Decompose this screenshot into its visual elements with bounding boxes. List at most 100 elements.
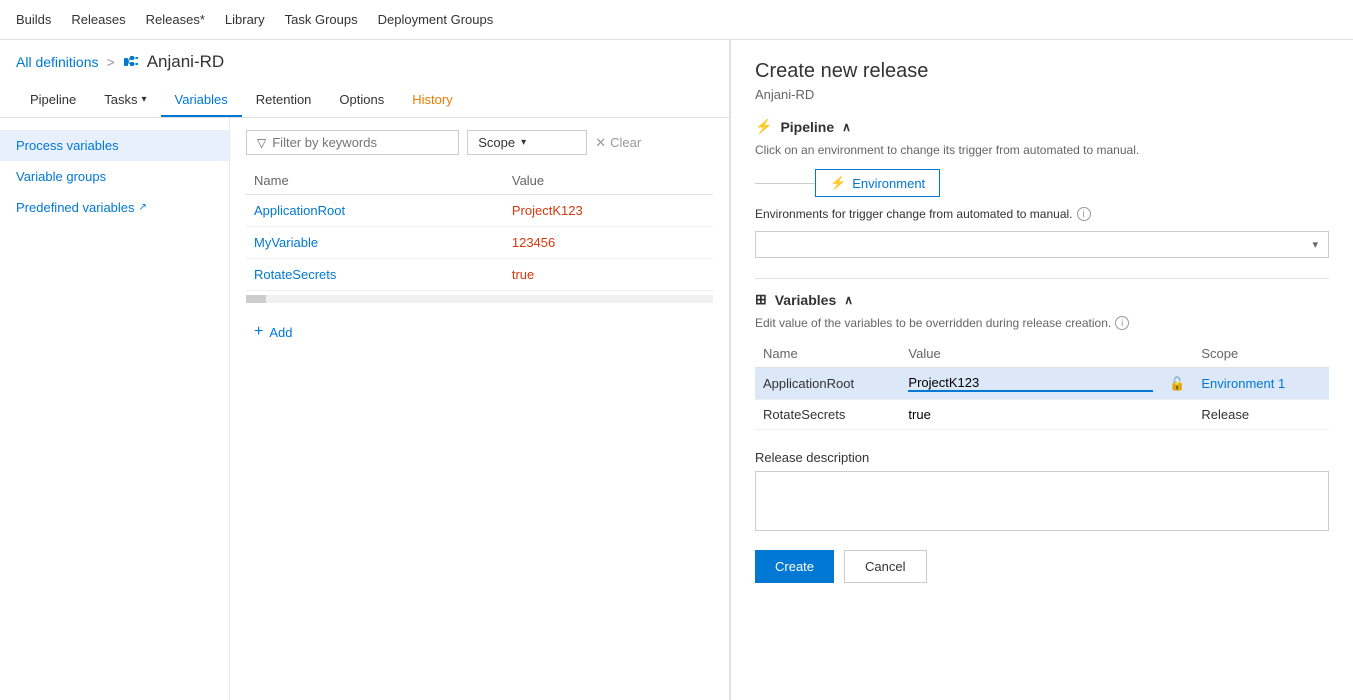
release-variables-table: Name Value Scope ApplicationRoot 🔓 Envir… bbox=[755, 340, 1329, 430]
section-divider bbox=[755, 278, 1329, 279]
rel-var-value-input-0[interactable] bbox=[908, 375, 1153, 392]
pipeline-collapse-icon: ∧ bbox=[842, 120, 851, 134]
external-link-icon: ↗ bbox=[139, 202, 147, 213]
rel-var-value-input-1[interactable] bbox=[908, 407, 1153, 422]
rel-var-row-0: ApplicationRoot 🔓 Environment 1 bbox=[755, 368, 1329, 400]
sidebar: Process variables Variable groups Predef… bbox=[0, 118, 230, 700]
variables-info-icon: i bbox=[1115, 316, 1129, 330]
tab-pipeline[interactable]: Pipeline bbox=[16, 84, 90, 117]
release-description-input[interactable] bbox=[755, 471, 1329, 531]
var-name-0[interactable]: ApplicationRoot bbox=[246, 195, 504, 227]
variables-section: ⊞ Variables ∧ Edit value of the variable… bbox=[755, 291, 1329, 430]
release-description-section: Release description bbox=[755, 450, 1329, 534]
clear-x-icon: ✕ bbox=[595, 135, 606, 151]
variables-description: Edit value of the variables to be overri… bbox=[755, 316, 1329, 330]
top-navigation: Builds Releases Releases* Library Task G… bbox=[0, 0, 1353, 40]
rel-var-value-1[interactable] bbox=[900, 400, 1161, 430]
trigger-label: Environments for trigger change from aut… bbox=[755, 207, 1329, 221]
horizontal-scrollbar[interactable] bbox=[246, 295, 713, 303]
nav-task-groups[interactable]: Task Groups bbox=[285, 12, 358, 27]
rel-col-lock-header bbox=[1161, 340, 1193, 368]
tab-history[interactable]: History bbox=[398, 84, 466, 117]
sub-tabs: Pipeline Tasks ▾ Variables Retention Opt… bbox=[0, 84, 729, 118]
pipeline-env-row: ⚡ Environment bbox=[755, 169, 1329, 197]
rel-var-value-0[interactable] bbox=[900, 368, 1161, 400]
variables-collapse-icon: ∧ bbox=[844, 293, 853, 307]
nav-library[interactable]: Library bbox=[225, 12, 265, 27]
rel-var-lock-1[interactable] bbox=[1161, 400, 1193, 430]
breadcrumb: All definitions > Anjani-RD bbox=[0, 40, 729, 84]
trigger-dropdown[interactable]: ▾ bbox=[755, 231, 1329, 258]
tab-options[interactable]: Options bbox=[325, 84, 398, 117]
var-name-1[interactable]: MyVariable bbox=[246, 227, 504, 259]
rel-var-name-0: ApplicationRoot bbox=[755, 368, 900, 400]
scroll-handle[interactable] bbox=[246, 295, 266, 303]
tab-tasks[interactable]: Tasks ▾ bbox=[90, 84, 160, 117]
variables-section-header[interactable]: ⊞ Variables ∧ bbox=[755, 291, 1329, 308]
rel-col-name-header: Name bbox=[755, 340, 900, 368]
breadcrumb-separator: > bbox=[107, 54, 115, 70]
pipeline-section: ⚡ Pipeline ∧ Click on an environment to … bbox=[755, 118, 1329, 258]
environment-button[interactable]: ⚡ Environment bbox=[815, 169, 940, 197]
panel-subtitle: Anjani-RD bbox=[755, 87, 1329, 102]
table-row: MyVariable 123456 bbox=[246, 227, 713, 259]
filter-icon: ▽ bbox=[257, 136, 266, 150]
filter-bar: ▽ Scope ▾ ✕ Clear bbox=[246, 130, 713, 155]
rel-col-scope-header: Scope bbox=[1193, 340, 1329, 368]
filter-input[interactable] bbox=[272, 135, 448, 150]
rel-var-scope-1: Release bbox=[1193, 400, 1329, 430]
left-panel: All definitions > Anjani-RD bbox=[0, 40, 730, 700]
nav-builds[interactable]: Builds bbox=[16, 12, 51, 27]
var-value-0[interactable]: ProjectK123 bbox=[504, 195, 713, 227]
rel-var-row-1: RotateSecrets Release bbox=[755, 400, 1329, 430]
variables-table: Name Value ApplicationRoot ProjectK123 M… bbox=[246, 167, 713, 291]
add-plus-icon: + bbox=[254, 323, 263, 341]
create-button[interactable]: Create bbox=[755, 550, 834, 583]
panel-title: Create new release bbox=[755, 60, 1329, 83]
clear-button[interactable]: ✕ Clear bbox=[595, 135, 641, 151]
col-name-header: Name bbox=[246, 167, 504, 195]
add-variable-button[interactable]: + Add bbox=[246, 315, 713, 349]
release-description-label: Release description bbox=[755, 450, 1329, 465]
col-value-header: Value bbox=[504, 167, 713, 195]
sidebar-item-process-variables[interactable]: Process variables bbox=[0, 130, 229, 161]
nav-deployment-groups[interactable]: Deployment Groups bbox=[378, 12, 494, 27]
content-wrapper: Process variables Variable groups Predef… bbox=[0, 118, 729, 700]
variables-content: ▽ Scope ▾ ✕ Clear bbox=[230, 118, 729, 700]
lightning-icon: ⚡ bbox=[755, 118, 772, 135]
pipeline-line bbox=[755, 183, 815, 184]
nav-releases[interactable]: Releases bbox=[71, 12, 125, 27]
scope-chevron-icon: ▾ bbox=[521, 137, 526, 148]
filter-container: ▽ bbox=[246, 130, 459, 155]
var-value-1[interactable]: 123456 bbox=[504, 227, 713, 259]
rel-var-scope-0: Environment 1 bbox=[1193, 368, 1329, 400]
release-icon bbox=[123, 54, 139, 70]
trigger-info-icon: i bbox=[1077, 207, 1091, 221]
env-icon: ⚡ bbox=[830, 175, 846, 191]
right-panel: Create new release Anjani-RD ⚡ Pipeline … bbox=[730, 40, 1353, 700]
tasks-dropdown-icon: ▾ bbox=[142, 94, 147, 105]
tab-retention[interactable]: Retention bbox=[242, 84, 326, 117]
cancel-button[interactable]: Cancel bbox=[844, 550, 926, 583]
rel-var-lock-0[interactable]: 🔓 bbox=[1161, 368, 1193, 400]
tab-variables[interactable]: Variables bbox=[161, 84, 242, 117]
variables-icon: ⊞ bbox=[755, 291, 767, 308]
scope-dropdown[interactable]: Scope ▾ bbox=[467, 130, 587, 155]
action-buttons: Create Cancel bbox=[755, 550, 1329, 583]
page-title: Anjani-RD bbox=[147, 52, 224, 72]
release-definition-icon bbox=[123, 54, 139, 70]
pipeline-section-header[interactable]: ⚡ Pipeline ∧ bbox=[755, 118, 1329, 135]
pipeline-description: Click on an environment to change its tr… bbox=[755, 143, 1329, 157]
predefined-variables-link[interactable]: Predefined variables ↗ bbox=[0, 192, 229, 223]
table-row: ApplicationRoot ProjectK123 bbox=[246, 195, 713, 227]
table-row: RotateSecrets true bbox=[246, 259, 713, 291]
trigger-chevron-icon: ▾ bbox=[1312, 238, 1318, 251]
var-name-2[interactable]: RotateSecrets bbox=[246, 259, 504, 291]
var-value-2[interactable]: true bbox=[504, 259, 713, 291]
sidebar-item-variable-groups[interactable]: Variable groups bbox=[0, 161, 229, 192]
main-area: All definitions > Anjani-RD bbox=[0, 40, 1353, 700]
rel-var-name-1: RotateSecrets bbox=[755, 400, 900, 430]
rel-col-value-header: Value bbox=[900, 340, 1161, 368]
all-definitions-link[interactable]: All definitions bbox=[16, 54, 99, 70]
nav-releases-star[interactable]: Releases* bbox=[146, 12, 205, 27]
